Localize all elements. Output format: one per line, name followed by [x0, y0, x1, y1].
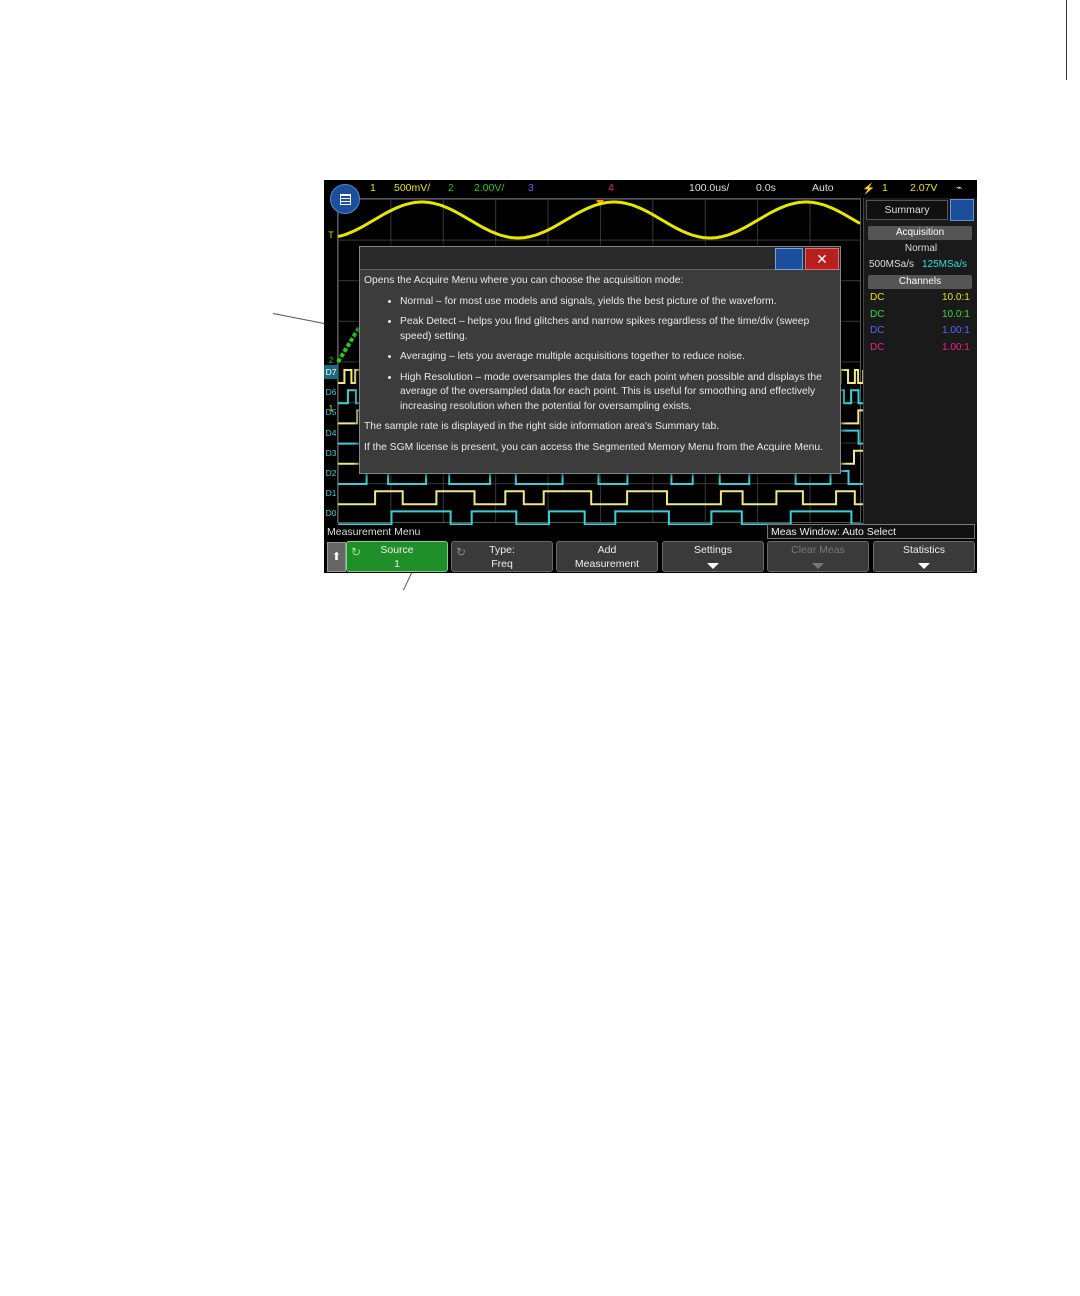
trigger-source[interactable]: 1 — [882, 182, 888, 194]
digital-channel-label[interactable]: D0 — [324, 506, 338, 520]
add-label: Add — [597, 544, 617, 556]
channel-coupling: DC — [870, 292, 885, 303]
channel-probe-ratio: 1.00:1 — [942, 325, 970, 336]
submenu-arrow-icon — [918, 563, 930, 569]
acquisition-header[interactable]: Acquisition — [868, 226, 972, 240]
channel-coupling: DC — [870, 341, 885, 353]
digital-channel-label[interactable]: D4 — [324, 426, 338, 440]
help-content: Opens the Acquire Menu where you can cho… — [364, 274, 834, 461]
source-label: Source — [380, 544, 414, 556]
help-intro: Opens the Acquire Menu where you can cho… — [364, 275, 684, 286]
source-value: 1 — [394, 558, 400, 570]
clear-meas-softkey[interactable]: Clear Meas — [767, 541, 869, 572]
trigger-level-marker: T — [328, 230, 334, 240]
acq-mode: Normal — [904, 243, 938, 254]
clear-meas-label: Clear Meas — [791, 544, 845, 556]
help-item-high-resolution: High Resolution – mode oversamples the d… — [400, 371, 834, 415]
trigger-level[interactable]: 2.07V — [910, 182, 937, 194]
channel-coupling: DC — [870, 325, 885, 336]
channel-probe-ratio: 10.0:1 — [942, 292, 970, 303]
type-softkey[interactable]: ↻ Type: Freq — [451, 541, 553, 572]
ch2-waveform — [336, 324, 362, 364]
panel-menu-icon[interactable] — [950, 199, 974, 221]
source-softkey[interactable]: ↻ Source 1 — [346, 541, 448, 572]
help-item-normal: Normal – for most use models and signals… — [400, 295, 834, 310]
digital-channel-label[interactable]: D6 — [324, 385, 338, 399]
digital-channel-label[interactable]: D3 — [324, 446, 338, 460]
help-dialog: ✕ Opens the Acquire Menu where you can c… — [359, 246, 841, 474]
statistics-softkey[interactable]: Statistics — [873, 541, 975, 572]
main-menu-button[interactable] — [330, 184, 360, 214]
help-list: Normal – for most use models and signals… — [364, 295, 834, 415]
submenu-arrow-icon — [812, 563, 824, 569]
type-value: Freq — [491, 558, 513, 570]
help-title-bar[interactable]: ✕ — [360, 247, 840, 270]
digital-lane-waveform — [338, 510, 864, 525]
meas-window-field[interactable]: Meas Window: Auto Select — [767, 524, 975, 539]
digital-channel-label[interactable]: D5 — [324, 405, 338, 419]
help-note-sample-rate: The sample rate is displayed in the righ… — [364, 421, 720, 432]
page-edge-rule — [1066, 0, 1067, 80]
settings-softkey[interactable]: Settings — [662, 541, 764, 572]
submenu-arrow-icon — [707, 563, 719, 569]
run-status-icon: ⌁ — [956, 182, 963, 194]
channel-coupling: DC — [870, 308, 885, 320]
help-note-sgm: If the SGM license is present, you can a… — [364, 441, 824, 453]
type-label: Type: — [489, 544, 515, 556]
channels-header[interactable]: Channels — [868, 275, 972, 289]
menu-up-button[interactable]: ⬆ — [327, 542, 346, 572]
oscilloscope-screen: 1 500mV/ 2 2.00V/ 3 4 100.0us/ 0.0s Auto… — [324, 180, 977, 573]
sample-rate-alt: 125MSa/s — [922, 259, 968, 270]
add-measurement-softkey[interactable]: Add Measurement — [556, 541, 658, 572]
ch1-waveform — [337, 200, 861, 240]
menu-title: Measurement Menu — [327, 526, 421, 538]
digital-channel-label[interactable]: D7 — [324, 365, 338, 379]
help-menu-icon[interactable] — [775, 248, 803, 270]
help-item-averaging: Averaging – lets you average multiple ac… — [400, 350, 834, 365]
help-item-peak-detect: Peak Detect – helps you find glitches an… — [400, 315, 834, 344]
channel-probe-ratio: 1.00:1 — [942, 341, 970, 353]
tab-summary[interactable]: Summary — [866, 200, 948, 220]
sample-rate: 500MSa/s — [869, 259, 915, 270]
digital-channel-label[interactable]: D2 — [324, 466, 338, 480]
digital-lane-waveform — [338, 490, 864, 506]
statistics-label: Statistics — [902, 544, 945, 556]
measurement-label: Measurement — [574, 558, 640, 570]
info-panel: Summary Acquisition Normal 500MSa/s 125M… — [863, 198, 977, 525]
close-icon[interactable]: ✕ — [805, 248, 839, 270]
channel-probe-ratio: 10.0:1 — [942, 308, 970, 320]
digital-channel-label[interactable]: D1 — [324, 486, 338, 500]
settings-label: Settings — [694, 544, 732, 556]
